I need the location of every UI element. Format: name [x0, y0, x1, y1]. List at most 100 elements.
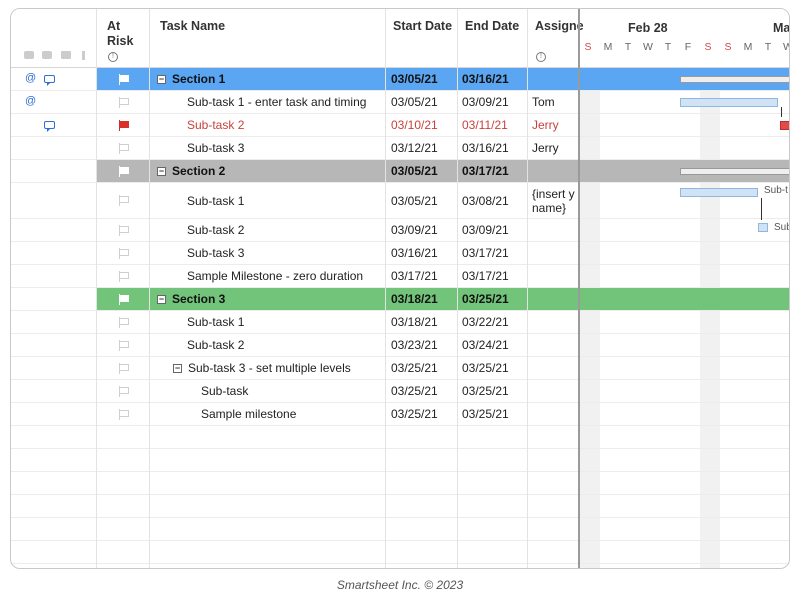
- at-risk-header-line2[interactable]: Risk: [107, 34, 133, 48]
- start-date-cell[interactable]: 03/05/21: [391, 183, 457, 218]
- flag-icon[interactable]: [118, 195, 129, 206]
- start-date-cell[interactable]: 03/05/21: [391, 91, 457, 113]
- end-date-cell[interactable]: 03/09/21: [462, 219, 527, 241]
- at-risk-cell[interactable]: [97, 183, 149, 218]
- at-risk-header-line1[interactable]: At: [107, 19, 120, 33]
- assigned-cell[interactable]: Jerry: [532, 137, 578, 159]
- flag-icon[interactable]: [118, 165, 129, 177]
- at-risk-cell[interactable]: [97, 91, 149, 113]
- assigned-cell[interactable]: [532, 160, 578, 182]
- at-risk-cell[interactable]: [97, 68, 149, 90]
- start-date-header[interactable]: Start Date: [393, 19, 452, 33]
- at-risk-cell[interactable]: [97, 137, 149, 159]
- flag-icon[interactable]: [118, 408, 129, 420]
- task-bar[interactable]: [780, 121, 789, 130]
- flag-icon[interactable]: [118, 385, 129, 397]
- task-bar[interactable]: [680, 188, 758, 197]
- end-date-cell[interactable]: 03/17/21: [462, 160, 527, 182]
- flag-icon[interactable]: [118, 247, 129, 259]
- end-date-cell[interactable]: 03/25/21: [462, 288, 527, 310]
- assigned-cell[interactable]: [532, 288, 578, 310]
- flag-icon[interactable]: [118, 119, 129, 131]
- start-date-cell[interactable]: 03/16/21: [391, 242, 457, 264]
- flag-icon[interactable]: [118, 316, 129, 328]
- flag-icon[interactable]: [118, 362, 129, 374]
- end-date-header[interactable]: End Date: [465, 19, 519, 33]
- start-date-cell[interactable]: 03/05/21: [391, 68, 457, 90]
- flag-icon[interactable]: [118, 293, 129, 305]
- at-risk-cell[interactable]: [97, 380, 149, 402]
- end-date-cell[interactable]: 03/09/21: [462, 91, 527, 113]
- start-date-cell[interactable]: 03/25/21: [391, 357, 457, 379]
- collapse-icon[interactable]: −: [157, 166, 166, 176]
- at-risk-cell[interactable]: [97, 242, 149, 264]
- at-risk-cell[interactable]: [97, 357, 149, 379]
- task-bar[interactable]: [680, 98, 778, 107]
- at-risk-cell[interactable]: [97, 311, 149, 333]
- assigned-cell[interactable]: [532, 357, 578, 379]
- assigned-cell[interactable]: [532, 265, 578, 287]
- assigned-cell[interactable]: [532, 219, 578, 241]
- attachment-icon[interactable]: @: [25, 72, 36, 84]
- assigned-cell[interactable]: [532, 403, 578, 425]
- assigned-cell[interactable]: [532, 311, 578, 333]
- flag-icon[interactable]: [118, 73, 129, 85]
- assigned-cell[interactable]: [532, 242, 578, 264]
- task-name-cell[interactable]: − Section 1: [157, 68, 385, 90]
- end-date-cell[interactable]: 03/25/21: [462, 357, 527, 379]
- end-date-cell[interactable]: 03/16/21: [462, 137, 527, 159]
- end-date-cell[interactable]: 03/24/21: [462, 334, 527, 356]
- start-date-cell[interactable]: 03/12/21: [391, 137, 457, 159]
- task-name-cell[interactable]: Sub-task 3: [187, 242, 385, 264]
- start-date-cell[interactable]: 03/10/21: [391, 114, 457, 136]
- task-name-cell[interactable]: Sub-task 1: [187, 311, 385, 333]
- collapse-icon[interactable]: −: [157, 74, 166, 84]
- at-risk-cell[interactable]: [97, 288, 149, 310]
- assigned-cell[interactable]: [532, 68, 578, 90]
- end-date-cell[interactable]: 03/22/21: [462, 311, 527, 333]
- end-date-cell[interactable]: 03/17/21: [462, 265, 527, 287]
- collapse-icon[interactable]: −: [173, 363, 182, 373]
- end-date-cell[interactable]: 03/17/21: [462, 242, 527, 264]
- assigned-cell[interactable]: [532, 380, 578, 402]
- at-risk-cell[interactable]: [97, 334, 149, 356]
- end-date-cell[interactable]: 03/16/21: [462, 68, 527, 90]
- task-name-cell[interactable]: Sub-task 2: [187, 219, 385, 241]
- task-name-cell[interactable]: − Section 2: [157, 160, 385, 182]
- start-date-cell[interactable]: 03/05/21: [391, 160, 457, 182]
- assigned-cell[interactable]: [532, 334, 578, 356]
- start-date-cell[interactable]: 03/25/21: [391, 403, 457, 425]
- task-name-header[interactable]: Task Name: [160, 19, 225, 33]
- task-bar[interactable]: [758, 223, 768, 232]
- at-risk-cell[interactable]: [97, 265, 149, 287]
- start-date-cell[interactable]: 03/23/21: [391, 334, 457, 356]
- summary-bar[interactable]: [680, 168, 789, 175]
- end-date-cell[interactable]: 03/08/21: [462, 183, 527, 218]
- start-date-cell[interactable]: 03/09/21: [391, 219, 457, 241]
- start-date-cell[interactable]: 03/18/21: [391, 311, 457, 333]
- task-name-cell[interactable]: Sub-task 1 - enter task and timing: [187, 91, 385, 113]
- assigned-cell[interactable]: Tom: [532, 91, 578, 113]
- flag-icon[interactable]: [118, 270, 129, 282]
- assigned-cell[interactable]: Jerry: [532, 114, 578, 136]
- task-name-cell[interactable]: Sub-task 2: [187, 114, 385, 136]
- at-risk-cell[interactable]: [97, 114, 149, 136]
- collapse-icon[interactable]: −: [157, 294, 166, 304]
- comment-icon[interactable]: [44, 75, 55, 86]
- task-name-cell[interactable]: Sub-task 2: [187, 334, 385, 356]
- flag-icon[interactable]: [118, 339, 129, 351]
- end-date-cell[interactable]: 03/25/21: [462, 403, 527, 425]
- task-name-cell[interactable]: Sub-task 1: [187, 183, 385, 218]
- task-name-cell[interactable]: Sub-task 3: [187, 137, 385, 159]
- task-name-cell[interactable]: Sub-task: [201, 380, 385, 402]
- at-risk-cell[interactable]: [97, 219, 149, 241]
- attachment-icon[interactable]: @: [25, 95, 36, 107]
- start-date-cell[interactable]: 03/17/21: [391, 265, 457, 287]
- flag-icon[interactable]: [118, 224, 129, 236]
- flag-icon[interactable]: [118, 96, 129, 108]
- task-name-cell[interactable]: Sample Milestone - zero duration: [187, 265, 385, 287]
- summary-bar[interactable]: [680, 76, 789, 83]
- at-risk-cell[interactable]: [97, 160, 149, 182]
- task-name-cell[interactable]: − Sub-task 3 - set multiple levels: [173, 357, 385, 379]
- start-date-cell[interactable]: 03/25/21: [391, 380, 457, 402]
